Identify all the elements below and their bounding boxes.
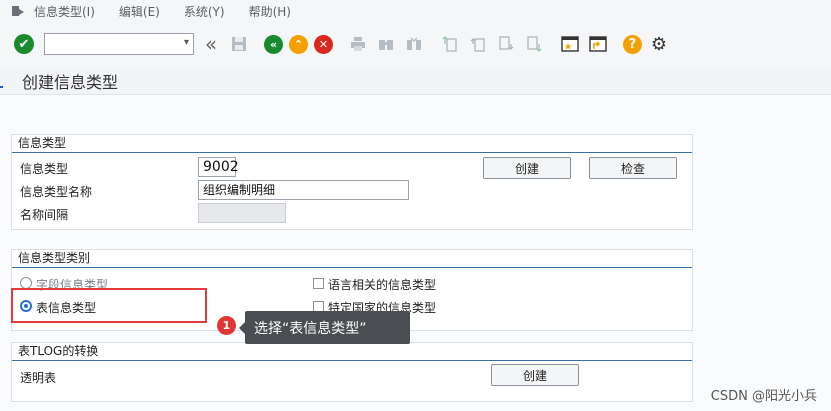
transparent-table-label: 透明表: [20, 371, 57, 385]
infotype-name-field[interactable]: 组织编制明细: [198, 180, 409, 200]
first-page-icon[interactable]: [439, 33, 461, 55]
left-edge-marker: [0, 86, 3, 88]
group-title-category: 信息类型类别: [12, 250, 692, 268]
app-menu-icon[interactable]: [12, 6, 24, 16]
save-icon[interactable]: [228, 33, 250, 55]
command-input[interactable]: [45, 34, 175, 54]
standard-toolbar: ✔ ▾ « « ⌃ ✕ ? ⚙: [0, 22, 831, 66]
menu-help[interactable]: 帮助(H): [249, 3, 291, 20]
group-title-infotype: 信息类型: [12, 135, 692, 153]
name-interval-label: 名称间隔: [20, 208, 69, 222]
infotype-name-label: 信息类型名称: [20, 185, 93, 199]
infotype-field[interactable]: 9002: [198, 157, 239, 177]
highlight-box: [11, 288, 207, 323]
shortcut-icon[interactable]: [587, 33, 609, 55]
next-page-icon[interactable]: [495, 33, 517, 55]
new-session-icon[interactable]: [559, 33, 581, 55]
command-field[interactable]: ▾: [44, 33, 194, 55]
create-tlog-button[interactable]: 创建: [491, 364, 579, 386]
infotype-label: 信息类型: [20, 162, 69, 176]
back-double-icon[interactable]: «: [200, 32, 222, 56]
create-infotype-button[interactable]: 创建: [483, 157, 571, 179]
annotation-tooltip: 选择“表信息类型”: [239, 311, 410, 344]
find-next-icon[interactable]: [403, 33, 425, 55]
cancel-icon[interactable]: ✕: [314, 34, 333, 54]
sap-window: 信息类型(I) 编辑(E) 系统(Y) 帮助(H) ✔ ▾ « « ⌃ ✕ ? …: [0, 0, 831, 411]
help-icon[interactable]: ?: [623, 34, 642, 54]
print-icon[interactable]: [347, 33, 369, 55]
chevron-down-icon[interactable]: ▾: [184, 37, 189, 48]
settings-gear-icon[interactable]: ⚙: [648, 33, 670, 55]
title-bar: 创建信息类型: [0, 66, 831, 94]
nav-back-icon[interactable]: «: [264, 34, 283, 54]
watermark: CSDN @阳光小兵: [710, 389, 817, 404]
check-infotype-button[interactable]: 检查: [589, 157, 677, 179]
prev-page-icon[interactable]: [467, 33, 489, 55]
language-dependent-label: 语言相关的信息类型: [328, 278, 437, 292]
find-icon[interactable]: [375, 33, 397, 55]
last-page-icon[interactable]: [523, 33, 545, 55]
menu-infotype[interactable]: 信息类型(I): [34, 3, 95, 20]
group-title-tlog: 表TLOG的转换: [12, 343, 692, 361]
checkbox-language-dependent[interactable]: [313, 278, 324, 289]
name-interval-field: [198, 203, 286, 223]
page-title: 创建信息类型: [22, 73, 119, 92]
menu-bar: 信息类型(I) 编辑(E) 系统(Y) 帮助(H): [0, 0, 831, 22]
menu-edit[interactable]: 编辑(E): [119, 3, 160, 20]
nav-up-icon[interactable]: ⌃: [289, 34, 308, 54]
tlog-conversion-group: 表TLOG的转换: [11, 342, 693, 402]
step-badge: 1: [217, 316, 236, 335]
menu-system[interactable]: 系统(Y): [184, 3, 225, 20]
check-icon[interactable]: ✔: [14, 34, 34, 54]
